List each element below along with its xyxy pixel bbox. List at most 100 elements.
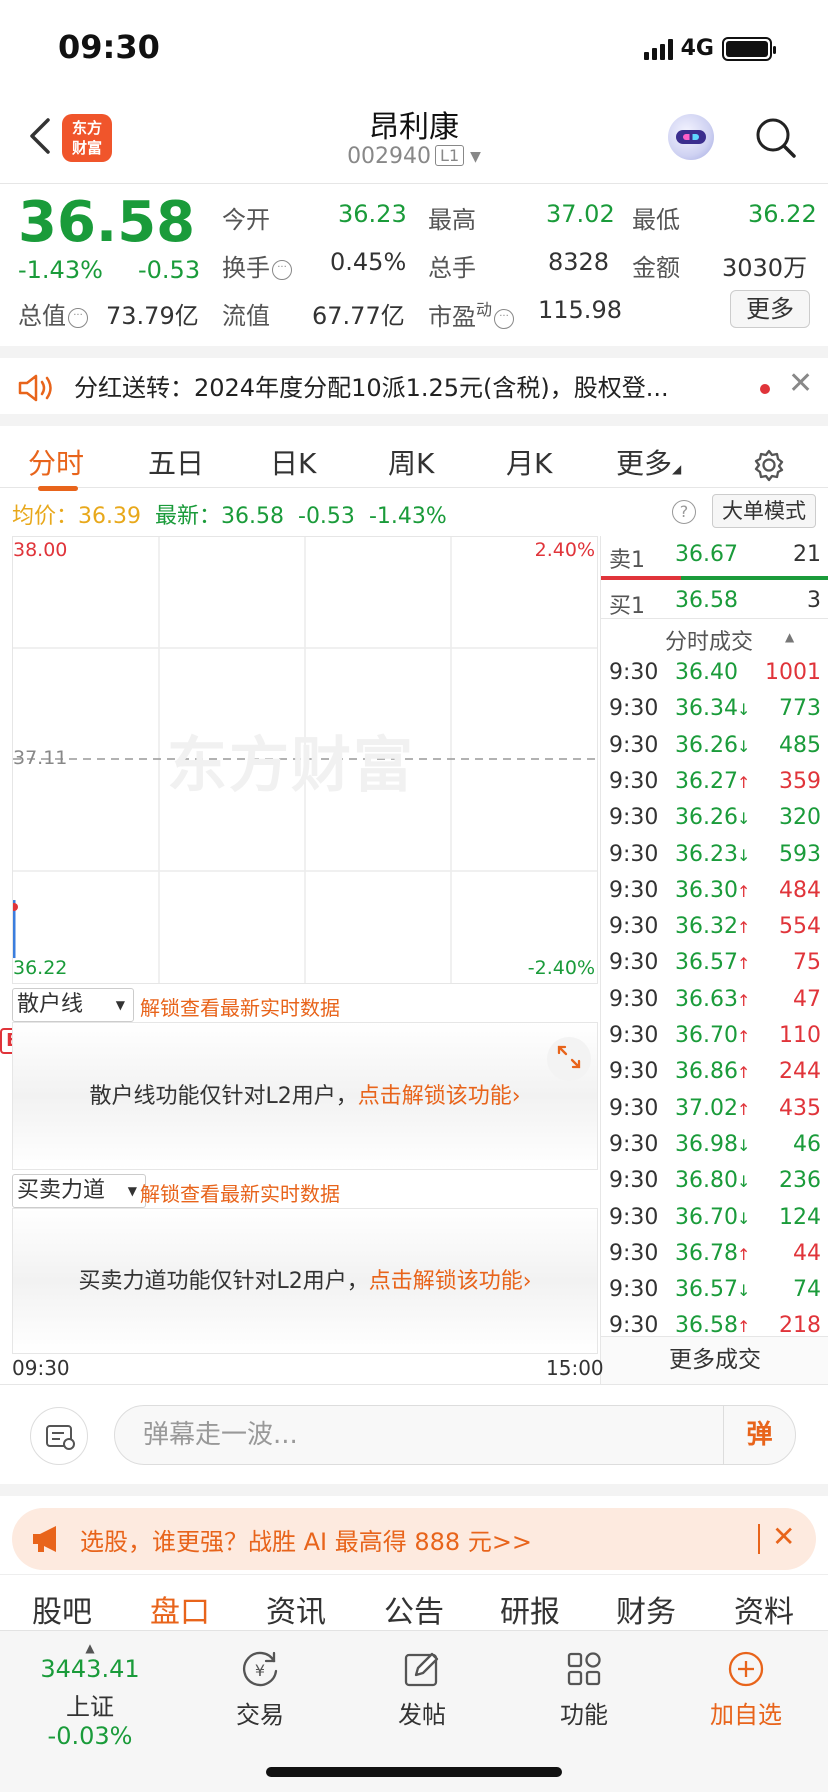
nav-function[interactable]: 功能: [524, 1641, 644, 1730]
promo-banner[interactable]: 选股，谁更强？战胜 AI 最高得 888 元>> ✕: [0, 1484, 828, 1574]
tick-volume: 236: [779, 1168, 821, 1194]
expand-icon[interactable]: [547, 1037, 591, 1081]
danmaku-input[interactable]: 弹幕走一波... 弹: [114, 1405, 796, 1465]
info-icon: ···: [272, 260, 292, 280]
nav-add-watchlist[interactable]: 加自选: [686, 1641, 806, 1730]
tick-volume: 485: [779, 732, 821, 758]
dividend-notice[interactable]: 分红送转：2024年度分配10派1.25元(含税)，股权登... ✕: [0, 346, 828, 414]
force-unlock-link[interactable]: 点击解锁该功能›: [369, 1269, 532, 1294]
turnover-label-row[interactable]: 换手 ···: [222, 248, 292, 283]
retail-unlock-hint[interactable]: 解锁查看最新实时数据: [140, 992, 340, 1021]
tick-direction-icon: ↓: [737, 1172, 751, 1192]
help-icon[interactable]: ?: [672, 500, 696, 524]
unread-dot: [760, 384, 770, 394]
close-icon[interactable]: ✕: [772, 1520, 795, 1553]
tab-more-label: 更多: [616, 447, 673, 480]
status-time: 09:30: [58, 28, 160, 66]
pe-label-row[interactable]: 市盈动 ···: [428, 296, 515, 332]
tick-volume: 75: [793, 950, 821, 976]
avg-label: 均价：: [12, 504, 79, 529]
send-danmaku-button[interactable]: 弹: [723, 1406, 795, 1464]
tick-time: 9:30: [609, 1059, 659, 1085]
time-axis-end: 15:00: [546, 1356, 604, 1380]
home-indicator: [266, 1767, 562, 1777]
retail-dropdown[interactable]: 散户线 ▼: [12, 988, 134, 1022]
current-price-dot: [13, 903, 18, 911]
tick-time: 9:30: [609, 1277, 659, 1303]
mktcap-value: 73.79亿: [106, 302, 199, 330]
change-pct: -1.43%: [18, 256, 103, 284]
up-caret-icon: ▲: [85, 1641, 95, 1655]
tick-price: 36.58: [675, 1313, 738, 1339]
tick-price: 36.63: [675, 986, 738, 1012]
tick-row: 9:30 36.57 ↑ 75: [601, 946, 828, 982]
close-icon[interactable]: ✕: [788, 366, 813, 401]
order-book: 卖1 36.67 21 买1 36.58 3 分时成交 ▲ 9:30 36.40 1…: [600, 536, 828, 1384]
tab-five-day[interactable]: 五日: [148, 442, 204, 482]
tick-price: 36.26: [675, 732, 738, 758]
tick-row: 9:30 36.63 ↑ 47: [601, 983, 828, 1019]
more-ticks-button[interactable]: 更多成交: [601, 1336, 828, 1384]
tab-monthly-k[interactable]: 月K: [506, 442, 552, 482]
force-panel-header: 买卖力道 ▼ 解锁查看最新实时数据: [12, 1172, 598, 1210]
content-tabs: 股吧 盘口 资讯 公告 研报 财务 资料: [0, 1574, 828, 1634]
tick-volume: 435: [779, 1095, 821, 1121]
tick-price: 36.26: [675, 805, 738, 831]
nav-post-label: 发帖: [398, 1701, 446, 1729]
tick-direction-icon: ↑: [737, 1027, 751, 1046]
svg-text:¥: ¥: [255, 1661, 265, 1680]
big-order-mode-button[interactable]: 大单模式: [712, 494, 816, 528]
tab-handicap[interactable]: 盘口: [150, 1587, 210, 1631]
tab-more[interactable]: 更多◢: [616, 442, 681, 482]
tick-price: 36.57: [675, 1277, 738, 1303]
tick-time: 9:30: [609, 1240, 659, 1266]
ai-assistant-icon[interactable]: [668, 114, 714, 160]
tick-direction-icon: ↑: [737, 1244, 751, 1264]
index-value: 3443.41: [40, 1655, 140, 1683]
ticks-header[interactable]: 分时成交 ▲: [601, 620, 828, 656]
mktcap-label: 总值: [18, 302, 66, 330]
settings-gear-icon[interactable]: [752, 448, 786, 482]
bid-volume: 3: [807, 588, 821, 613]
index-ticker[interactable]: ▲ 3443.41 上证 -0.03%: [28, 1641, 152, 1750]
tab-forum[interactable]: 股吧: [32, 1587, 92, 1631]
force-dropdown[interactable]: 买卖力道 ▼: [12, 1174, 146, 1208]
tab-news[interactable]: 资讯: [266, 1587, 326, 1631]
retail-panel-header: 散户线 ▼ 解锁查看最新实时数据: [12, 986, 598, 1024]
force-unlock-hint[interactable]: 解锁查看最新实时数据: [140, 1178, 340, 1207]
chevron-down-icon: ▼: [470, 149, 481, 165]
axis-bottom-pct: -2.40%: [527, 957, 595, 979]
tick-price: 36.23: [675, 841, 738, 867]
tab-profile[interactable]: 资料: [734, 1587, 794, 1631]
axis-mid-price: 37.11: [13, 747, 68, 769]
tab-research[interactable]: 研报: [500, 1587, 560, 1631]
intraday-chart[interactable]: 东方财富 38.00 37.11 36.22 2.40% -2.40%: [12, 536, 598, 984]
tab-daily-k[interactable]: 日K: [270, 442, 316, 482]
bid-row: 买1 36.58 3: [601, 584, 828, 620]
tick-time: 9:30: [609, 660, 659, 685]
plus-circle-icon: [728, 1651, 764, 1687]
tick-volume: 359: [779, 768, 821, 794]
tab-announcements[interactable]: 公告: [384, 1587, 444, 1631]
float-label: 流值: [222, 302, 270, 330]
axis-top-price: 38.00: [13, 539, 68, 561]
nav-trade[interactable]: ¥ 交易: [200, 1641, 320, 1730]
danmaku-settings-icon[interactable]: [30, 1407, 88, 1465]
mktcap-label-row[interactable]: 总值 ···: [18, 296, 88, 331]
more-quote-button[interactable]: 更多: [730, 290, 810, 328]
search-icon[interactable]: [754, 116, 798, 160]
tick-volume: 773: [779, 696, 821, 722]
volume-label: 总手: [428, 254, 476, 282]
tab-intraday[interactable]: 分时: [28, 442, 84, 482]
tab-finance[interactable]: 财务: [616, 1587, 676, 1631]
tick-direction-icon: ↓: [737, 700, 751, 720]
tick-price: 36.98: [675, 1131, 738, 1157]
tick-time: 9:30: [609, 986, 659, 1012]
tab-weekly-k[interactable]: 周K: [388, 442, 434, 482]
tick-direction-icon: ↓: [737, 1135, 751, 1155]
retail-unlock-link[interactable]: 点击解锁该功能›: [358, 1084, 521, 1109]
nav-post[interactable]: 发帖: [362, 1641, 482, 1730]
latest-change: -0.53: [298, 504, 355, 529]
tick-direction-icon: ↑: [737, 881, 751, 901]
tick-direction-icon: ↓: [737, 809, 751, 829]
